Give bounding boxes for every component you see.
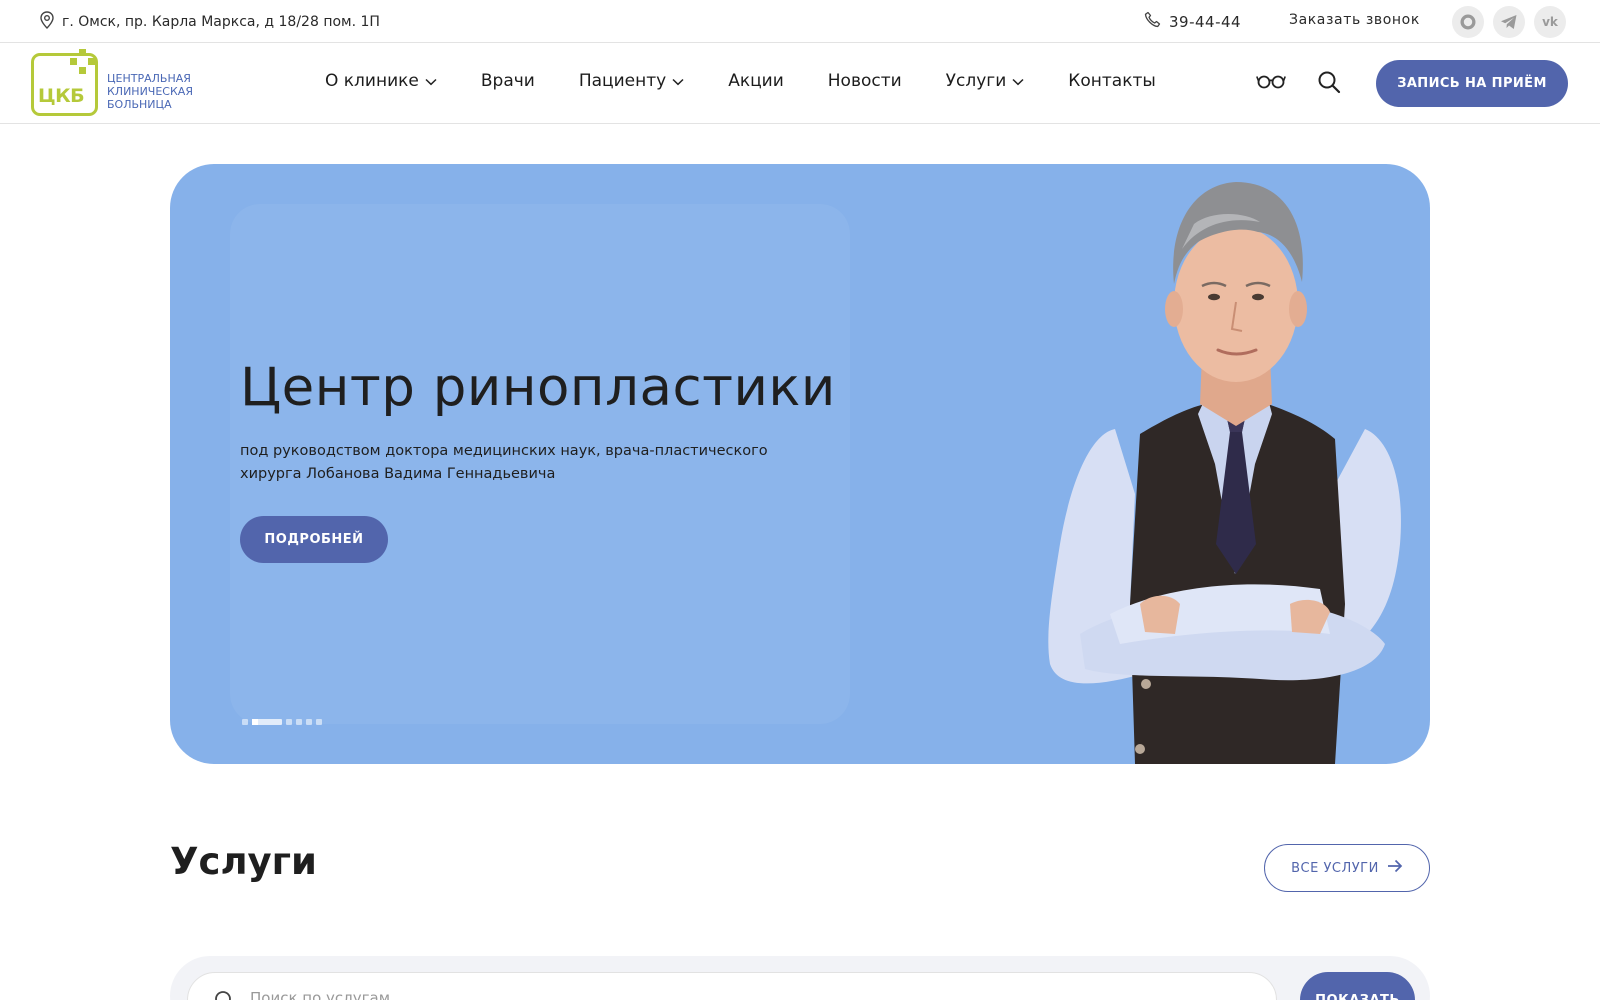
nav-item-doctors[interactable]: Врачи xyxy=(481,71,535,91)
services-title: Услуги xyxy=(170,840,317,883)
logo-text: ЦЕНТРАЛЬНАЯ КЛИНИЧЕСКАЯ БОЛЬНИЦА xyxy=(107,72,193,111)
hero-slider: Центр ринопластики под руководством докт… xyxy=(170,164,1430,764)
slide-dot[interactable] xyxy=(316,719,322,725)
address-text: г. Омск, пр. Карла Маркса, д 18/28 пом. … xyxy=(62,14,380,30)
nav-label: Услуги xyxy=(945,71,1007,91)
logo-dot xyxy=(88,58,95,65)
telegram-icon[interactable] xyxy=(1493,6,1525,38)
services-search-input[interactable] xyxy=(250,989,1150,1000)
location-pin-icon xyxy=(40,11,54,33)
nav-item-patients[interactable]: Пациенту xyxy=(579,71,684,91)
hero-title: Центр ринопластики xyxy=(240,357,836,418)
phone-link[interactable]: 39-44-44 xyxy=(1144,11,1241,32)
logo-line: БОЛЬНИЦА xyxy=(107,98,172,111)
social-links: vk xyxy=(1452,6,1566,38)
logo-abbr: ЦКБ xyxy=(38,85,85,107)
phone-number: 39-44-44 xyxy=(1169,12,1242,31)
show-button[interactable]: ПОКАЗАТЬ xyxy=(1300,972,1415,1000)
slide-dot[interactable] xyxy=(306,719,312,725)
callback-link[interactable]: Заказать звонок xyxy=(1289,12,1420,28)
more-button[interactable]: ПОДРОБНЕЙ xyxy=(240,516,388,563)
nav-label: Новости xyxy=(827,71,902,91)
top-bar: г. Омск, пр. Карла Маркса, д 18/28 пом. … xyxy=(0,0,1600,43)
nav-label: Врачи xyxy=(480,71,535,91)
logo-line: КЛИНИЧЕСКАЯ xyxy=(107,85,193,98)
phone-icon xyxy=(1144,11,1161,32)
services-search-field xyxy=(187,972,1277,1000)
chevron-down-icon xyxy=(1012,71,1024,91)
slider-pagination xyxy=(242,719,322,725)
all-services-button[interactable]: ВСЕ УСЛУГИ xyxy=(1264,844,1430,892)
nav-item-news[interactable]: Новости xyxy=(828,71,902,91)
doctor-photo xyxy=(1048,182,1401,764)
nav-item-promotions[interactable]: Акции xyxy=(728,71,784,91)
logo[interactable]: ЦКБ ЦЕНТРАЛЬНАЯ КЛИНИЧЕСКАЯ БОЛЬНИЦА xyxy=(31,49,201,117)
nav-item-contacts[interactable]: Контакты xyxy=(1068,71,1156,91)
messenger-icon[interactable] xyxy=(1452,6,1484,38)
logo-dot xyxy=(79,67,86,74)
slide-dot[interactable] xyxy=(286,719,292,725)
glasses-icon[interactable] xyxy=(1256,73,1286,93)
main-header: ЦКБ ЦЕНТРАЛЬНАЯ КЛИНИЧЕСКАЯ БОЛЬНИЦА О к… xyxy=(0,43,1600,124)
hero-subtitle: под руководством доктора медицинских нау… xyxy=(240,443,768,482)
logo-line: ЦЕНТРАЛЬНАЯ xyxy=(107,72,191,85)
chevron-down-icon xyxy=(425,71,437,91)
nav-label: Акции xyxy=(728,71,784,91)
address: г. Омск, пр. Карла Маркса, д 18/28 пом. … xyxy=(40,11,380,33)
nav-label: Контакты xyxy=(1068,71,1156,91)
slide-dot-active[interactable] xyxy=(252,719,282,725)
chevron-down-icon xyxy=(672,71,684,91)
search-icon[interactable] xyxy=(1317,70,1341,98)
nav-item-about[interactable]: О клинике xyxy=(325,71,437,91)
arrow-right-icon xyxy=(1387,859,1403,877)
logo-dot xyxy=(79,49,86,56)
search-icon xyxy=(214,990,236,1000)
services-search-panel: ПОКАЗАТЬ xyxy=(170,956,1430,1000)
nav-item-services[interactable]: Услуги xyxy=(946,71,1025,91)
logo-dot xyxy=(70,58,77,65)
slide-dot[interactable] xyxy=(296,719,302,725)
nav-label: Пациенту xyxy=(578,71,667,91)
appointment-button[interactable]: ЗАПИСЬ НА ПРИЁМ xyxy=(1376,60,1568,107)
nav-label: О клинике xyxy=(325,71,419,91)
all-services-label: ВСЕ УСЛУГИ xyxy=(1291,860,1379,876)
slide-dot[interactable] xyxy=(242,719,248,725)
vk-icon[interactable]: vk xyxy=(1534,6,1566,38)
main-nav: О клинике Врачи Пациенту Акции Новости У… xyxy=(325,71,1156,91)
